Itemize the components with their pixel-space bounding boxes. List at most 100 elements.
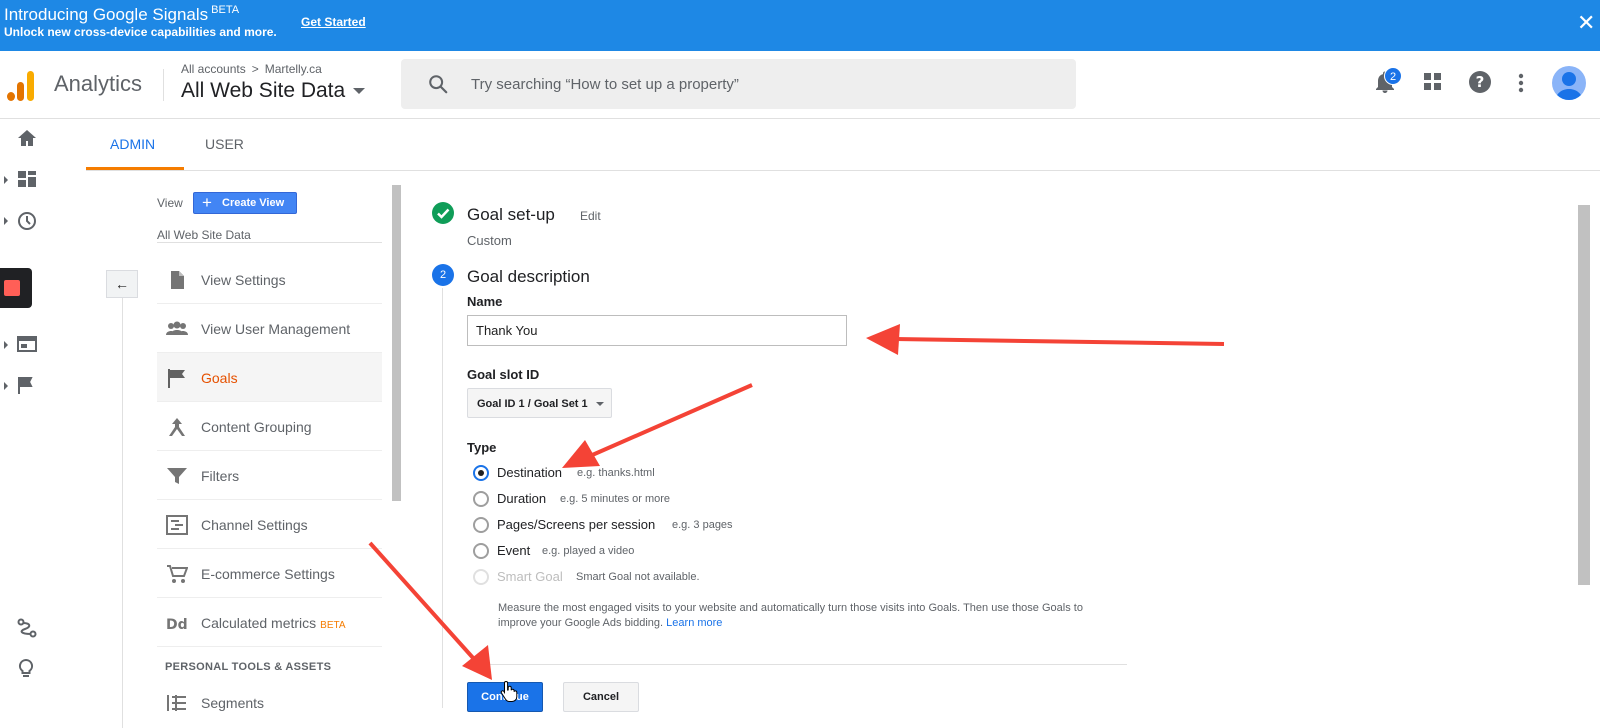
- dashboard-icon[interactable]: [17, 170, 37, 188]
- radio-smart-goal: [473, 569, 489, 585]
- goal-setup-title: Goal set-up: [467, 205, 555, 224]
- admin-view-column: ← View + Create View All Web Site Data Vi…: [86, 172, 406, 728]
- flag-icon[interactable]: [17, 376, 35, 394]
- name-label: Name: [467, 294, 503, 309]
- breadcrumb-separator: >: [251, 62, 259, 76]
- expand-arrow-icon[interactable]: [4, 341, 8, 349]
- acquisition-icon[interactable]: [17, 335, 37, 353]
- people-icon: [166, 321, 188, 335]
- home-icon[interactable]: [17, 129, 37, 147]
- back-arrow-button[interactable]: ←: [106, 270, 138, 298]
- beta-badge: BETA: [320, 620, 346, 631]
- left-nav-rail: [0, 119, 55, 723]
- step-complete-check-icon: [432, 202, 454, 224]
- main-scrollbar[interactable]: [1578, 205, 1590, 585]
- menu-item-view-user-management[interactable]: View User Management: [157, 304, 382, 353]
- search-input[interactable]: [471, 72, 1051, 96]
- svg-text:?: ?: [1476, 73, 1485, 91]
- hand-cursor-icon: [500, 680, 518, 702]
- search-box[interactable]: [401, 59, 1076, 109]
- breadcrumb-root: All accounts: [181, 62, 246, 76]
- view-label: View: [157, 196, 183, 210]
- help-icon[interactable]: ?: [1468, 70, 1492, 94]
- screen-recording-widget[interactable]: [0, 268, 32, 308]
- close-icon[interactable]: ✕: [1577, 10, 1595, 36]
- admin-user-tabs: ADMIN USER: [86, 119, 1600, 171]
- apps-grid-icon[interactable]: [1423, 72, 1443, 92]
- goal-form: Goal set-up Edit Custom 2 Goal descripti…: [420, 172, 1570, 723]
- expand-arrow-icon[interactable]: [4, 217, 8, 225]
- view-name: All Web Site Data: [181, 79, 346, 102]
- account-avatar[interactable]: [1552, 66, 1586, 100]
- menu-item-segments[interactable]: Segments: [157, 678, 382, 727]
- goal-name-input[interactable]: [467, 315, 847, 346]
- radio-duration[interactable]: [473, 491, 489, 507]
- clock-icon[interactable]: [17, 211, 37, 231]
- divider: [467, 664, 1127, 665]
- menu-item-goals[interactable]: Goals: [157, 353, 382, 402]
- record-stop-icon[interactable]: [4, 280, 20, 296]
- document-icon: [171, 271, 184, 289]
- signals-banner: Introducing Google Signals BETA Unlock ne…: [0, 0, 1600, 51]
- divider: [163, 69, 164, 101]
- tree-line: [122, 298, 123, 728]
- plus-icon: +: [202, 193, 212, 212]
- active-tab-indicator: [86, 167, 184, 170]
- radio-destination[interactable]: [473, 465, 489, 481]
- view-name-selector[interactable]: All Web Site Data: [157, 228, 251, 242]
- menu-item-view-settings[interactable]: View Settings: [157, 255, 382, 304]
- divider: [157, 242, 382, 243]
- banner-subtitle: Unlock new cross-device capabilities and…: [4, 25, 277, 39]
- analytics-logo-icon[interactable]: [7, 71, 35, 101]
- smart-goal-description: Measure the most engaged visits to your …: [498, 602, 1083, 629]
- tab-user[interactable]: USER: [205, 136, 244, 152]
- expand-arrow-icon[interactable]: [4, 382, 8, 390]
- goal-slot-label: Goal slot ID: [467, 367, 540, 382]
- menu-item-calculated-metrics[interactable]: Dd Calculated metrics BETA: [157, 598, 382, 647]
- tab-admin[interactable]: ADMIN: [110, 136, 155, 152]
- view-selector[interactable]: All Web Site Data: [181, 79, 366, 103]
- menu-item-content-grouping[interactable]: Content Grouping: [157, 402, 382, 451]
- breadcrumb[interactable]: All accounts > Martelly.ca: [181, 62, 322, 76]
- create-view-button[interactable]: + Create View: [193, 192, 297, 214]
- more-vert-icon[interactable]: [1518, 73, 1524, 93]
- brand-name: Analytics: [54, 71, 143, 96]
- menu-item-filters[interactable]: Filters: [157, 451, 382, 500]
- goal-description-title: Goal description: [467, 267, 590, 286]
- goal-slot-dropdown[interactable]: Goal ID 1 / Goal Set 1: [467, 388, 612, 418]
- svg-text:Dd: Dd: [166, 617, 188, 633]
- breadcrumb-account: Martelly.ca: [264, 62, 322, 76]
- pane-scrollbar[interactable]: [392, 185, 401, 501]
- notification-count-badge: 2: [1384, 67, 1402, 85]
- attribution-icon[interactable]: [17, 618, 37, 638]
- learn-more-link[interactable]: Learn more: [666, 617, 722, 629]
- menu-item-channel-settings[interactable]: Channel Settings: [157, 500, 382, 549]
- dd-icon: Dd: [166, 617, 188, 633]
- cancel-button[interactable]: Cancel: [563, 682, 639, 712]
- banner-beta-badge: BETA: [211, 4, 240, 16]
- step-connector: [442, 288, 443, 708]
- grouping-icon: [169, 418, 185, 436]
- caret-down-icon: [596, 402, 604, 406]
- expand-arrow-icon[interactable]: [4, 176, 8, 184]
- edit-goal-setup-link[interactable]: Edit: [580, 209, 601, 223]
- type-label: Type: [467, 440, 497, 455]
- top-bar: Analytics All accounts > Martelly.ca All W…: [0, 51, 1600, 119]
- user-avatar-icon: [1555, 72, 1583, 100]
- search-icon: [429, 75, 448, 94]
- channel-icon: [166, 515, 188, 535]
- step-number-badge: 2: [432, 264, 454, 286]
- get-started-link[interactable]: Get Started: [301, 15, 366, 29]
- banner-title: Introducing Google Signals BETA: [4, 4, 240, 24]
- section-heading: PERSONAL TOOLS & ASSETS: [165, 661, 332, 673]
- flag-icon: [168, 369, 185, 388]
- menu-item-ecommerce-settings[interactable]: E-commerce Settings: [157, 549, 382, 598]
- filter-icon: [167, 468, 187, 484]
- radio-pages-per-session[interactable]: [473, 517, 489, 533]
- cart-icon: [167, 565, 188, 583]
- caret-down-icon: [353, 88, 366, 95]
- radio-event[interactable]: [473, 543, 489, 559]
- segments-icon: [167, 695, 186, 711]
- lightbulb-icon[interactable]: [17, 659, 35, 679]
- goal-setup-value: Custom: [467, 233, 512, 248]
